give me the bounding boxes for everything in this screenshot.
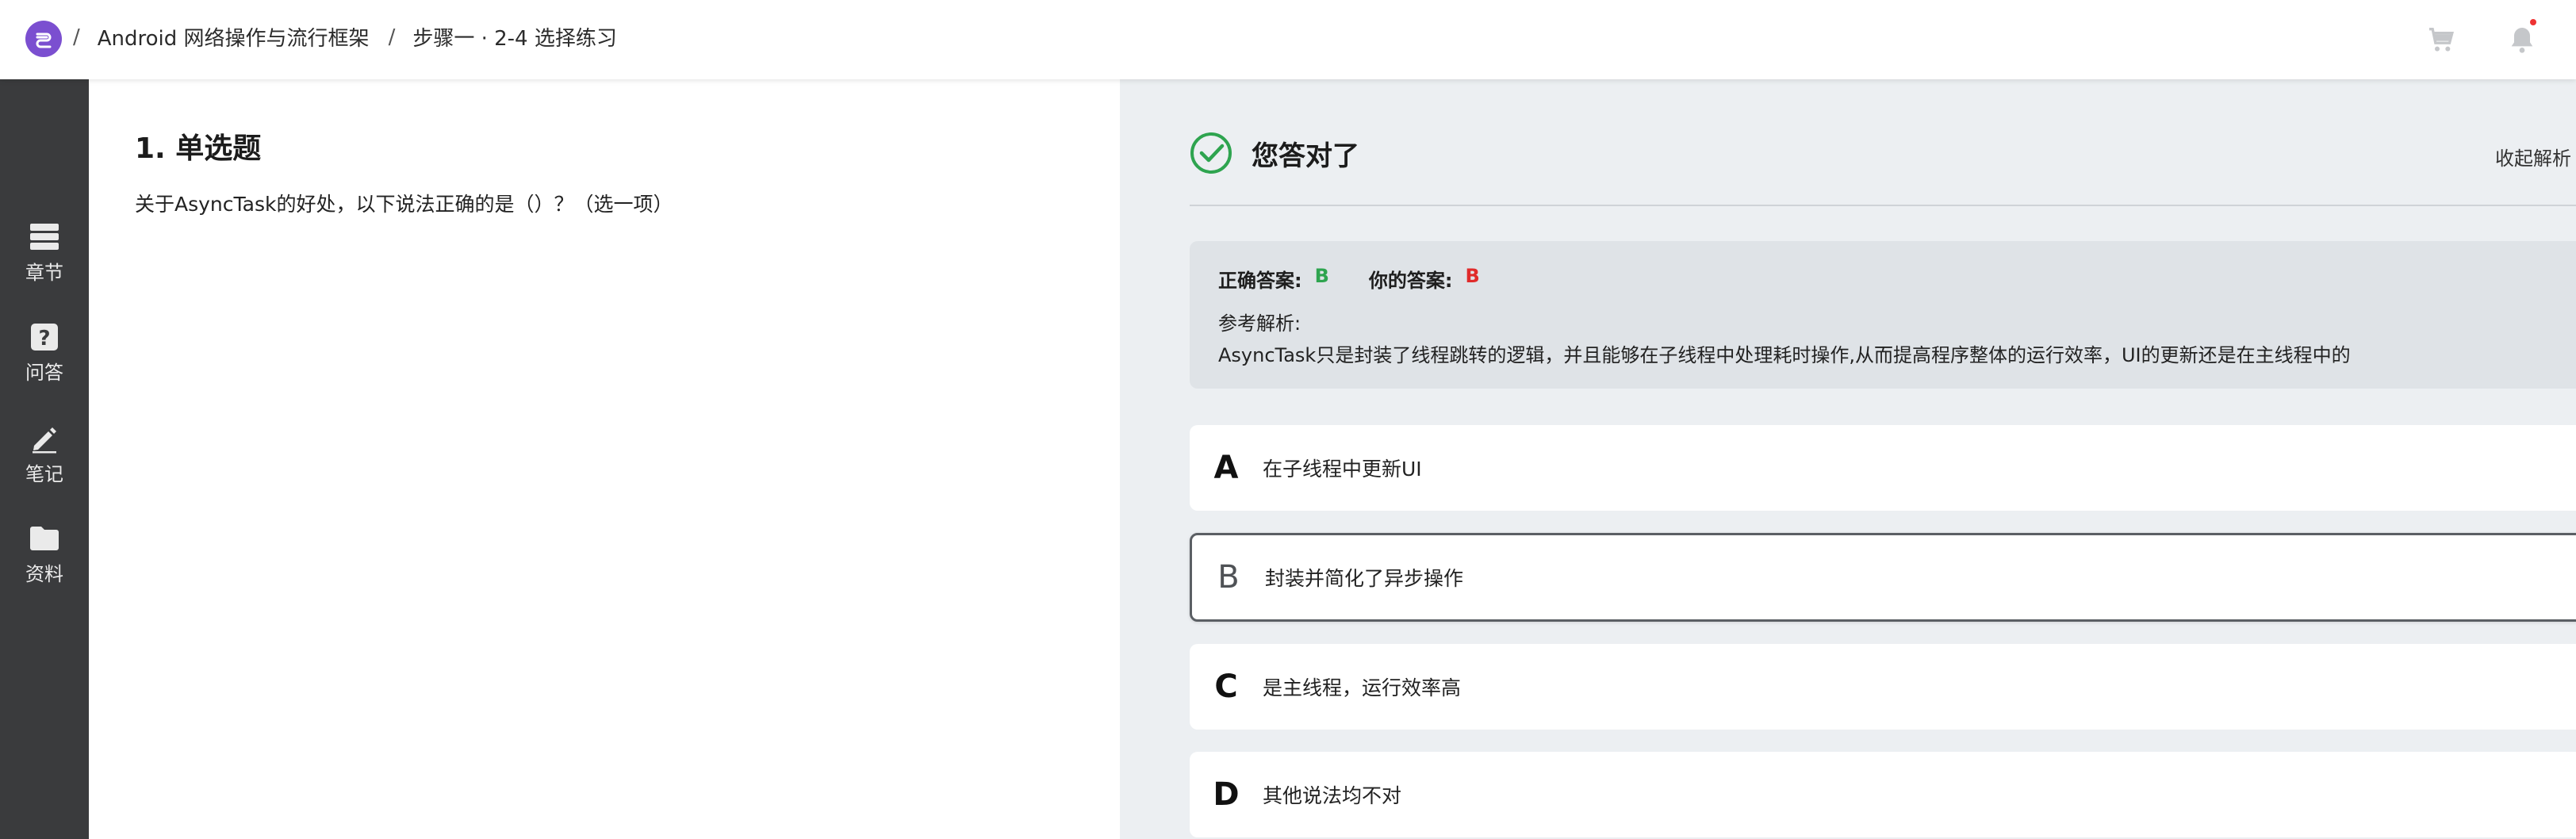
sidebar-item-materials[interactable]: 资料 xyxy=(0,520,89,607)
option-letter: C xyxy=(1214,669,1238,705)
analysis-label: 参考解析: xyxy=(1218,312,1301,335)
logo-icon xyxy=(36,33,52,48)
breadcrumb-course[interactable]: Android 网络操作与流行框架 xyxy=(98,22,370,52)
svg-text:?: ? xyxy=(38,327,50,351)
bell-icon[interactable] xyxy=(2506,24,2538,56)
option-letter: D xyxy=(1213,776,1240,813)
option-text: 是主线程，运行效率高 xyxy=(1263,676,1462,699)
your-answer-value: B xyxy=(1465,265,1480,287)
question-title: 1. 单选题 xyxy=(135,132,262,165)
sidebar-item-notes[interactable]: 笔记 xyxy=(0,420,89,508)
question-icon: ? xyxy=(26,319,63,355)
option-text: 在子线程中更新UI xyxy=(1263,458,1422,481)
answer-pane: 您答对了 收起解析 正确答案: B 你的答案: B 参考解析: AsyncTas… xyxy=(1120,79,2576,839)
notification-dot xyxy=(2530,19,2536,25)
edit-icon xyxy=(26,420,63,457)
logo[interactable] xyxy=(25,21,62,57)
breadcrumb: / Android 网络操作与流行框架 / 步骤一 · 2-4 选择练习 xyxy=(71,22,634,52)
correct-answer-value: B xyxy=(1314,265,1329,287)
analysis-text: AsyncTask只是封装了线程跳转的逻辑，并且能够在子线程中处理耗时操作,从而… xyxy=(1218,344,2351,366)
option-d[interactable]: D 其他说法均不对 xyxy=(1190,752,2576,837)
divider xyxy=(1190,205,2576,206)
correct-answer-label: 正确答案: xyxy=(1218,270,1302,292)
chapters-icon xyxy=(26,219,63,255)
sidebar-item-chapters[interactable]: 章节 xyxy=(0,219,89,306)
sidebar-item-label: 笔记 xyxy=(25,463,63,485)
breadcrumb-step[interactable]: 步骤一 · 2-4 选择练习 xyxy=(412,22,617,52)
option-a[interactable]: A 在子线程中更新UI xyxy=(1190,425,2576,511)
option-b[interactable]: B 封装并简化了异步操作 xyxy=(1190,533,2576,622)
sidebar-item-label: 资料 xyxy=(25,563,63,585)
your-answer-label: 你的答案: xyxy=(1368,270,1453,292)
option-text: 封装并简化了异步操作 xyxy=(1265,567,1464,590)
result-header: 您答对了 xyxy=(1190,132,1359,174)
folder-icon xyxy=(26,520,63,557)
cart-icon[interactable] xyxy=(2425,24,2457,56)
question-text: 关于AsyncTask的好处，以下说法正确的是（）？（选一项） xyxy=(135,193,673,216)
answer-summary: 正确答案: B 你的答案: B xyxy=(1218,265,1480,293)
sidebar-item-label: 章节 xyxy=(25,262,63,284)
option-text: 其他说法均不对 xyxy=(1263,784,1402,807)
question-pane: 1. 单选题 关于AsyncTask的好处，以下说法正确的是（）？（选一项） xyxy=(89,79,1120,839)
result-status: 您答对了 xyxy=(1252,140,1359,172)
analysis-box: 正确答案: B 你的答案: B 参考解析: AsyncTask只是封装了线程跳转… xyxy=(1190,241,2576,389)
top-header: / Android 网络操作与流行框架 / 步骤一 · 2-4 选择练习 xyxy=(0,0,2576,79)
breadcrumb-separator: / xyxy=(73,25,80,49)
option-c[interactable]: C 是主线程，运行效率高 xyxy=(1190,644,2576,730)
breadcrumb-separator: / xyxy=(388,25,396,49)
sidebar-item-qa[interactable]: ? 问答 xyxy=(0,319,89,406)
sidebar: 章节 ? 问答 笔记 资料 xyxy=(0,79,89,839)
collapse-analysis-link[interactable]: 收起解析 xyxy=(2495,143,2571,170)
option-letter: B xyxy=(1217,559,1240,596)
sidebar-item-label: 问答 xyxy=(25,362,63,384)
check-circle-icon xyxy=(1190,132,1232,174)
option-letter: A xyxy=(1213,450,1239,486)
